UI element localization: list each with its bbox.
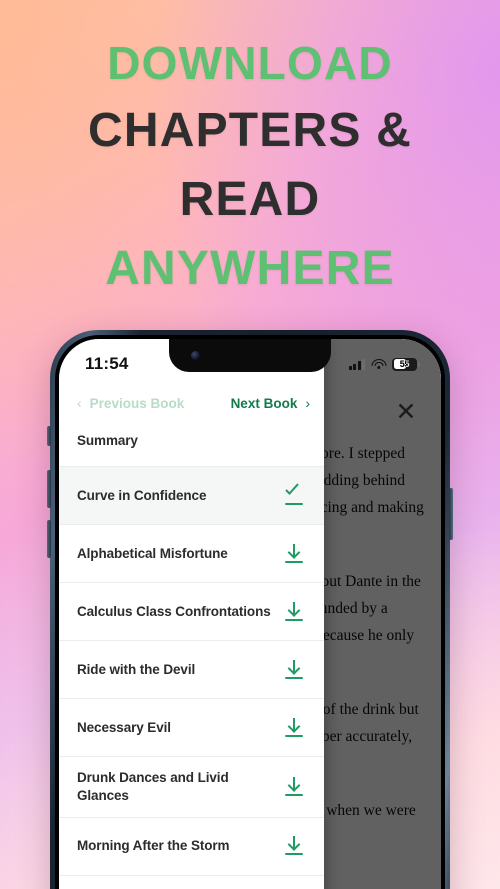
list-item[interactable]: Necessary Evil: [59, 699, 324, 757]
chapter-title: Alphabetical Misfortune: [77, 545, 228, 561]
list-item[interactable]: Summary: [59, 421, 324, 467]
chapter-title: Curve in Confidence: [77, 487, 207, 503]
phone-notch: [169, 339, 331, 372]
chapter-title: Morning After the Storm: [77, 838, 230, 854]
chevron-left-icon[interactable]: ‹: [77, 395, 82, 411]
front-camera-icon: [191, 351, 200, 360]
headline-line-2: CHAPTERS &: [87, 103, 413, 157]
download-icon[interactable]: [284, 835, 304, 857]
promo-headline: DOWNLOAD CHAPTERS & READ ANYWHERE: [0, 40, 500, 294]
download-icon[interactable]: [284, 776, 304, 798]
volume-down-button[interactable]: [47, 520, 51, 558]
next-book-button[interactable]: Next Book: [231, 396, 298, 411]
power-button[interactable]: [449, 488, 453, 540]
phone-mockup: The music was thunderous. The party was …: [47, 330, 453, 889]
list-item[interactable]: Curve in Confidence: [59, 467, 324, 525]
headline-line-3: READ: [179, 172, 321, 226]
chapter-title: Necessary Evil: [77, 719, 171, 735]
downloaded-check-icon[interactable]: [284, 485, 304, 507]
download-icon[interactable]: [284, 717, 304, 739]
list-item[interactable]: Drunk Dances and Livid Glances: [59, 757, 324, 818]
headline-line-1: DOWNLOAD: [107, 37, 393, 89]
close-icon[interactable]: ✕: [393, 399, 419, 425]
phone-bezel: The music was thunderous. The party was …: [55, 335, 445, 889]
book-navigation: ‹ Previous Book Next Book ›: [59, 383, 324, 421]
chevron-right-icon[interactable]: ›: [305, 395, 310, 411]
mute-switch[interactable]: [47, 426, 51, 446]
phone-screen: The music was thunderous. The party was …: [59, 339, 441, 889]
list-item[interactable]: Morning After the Storm: [59, 818, 324, 876]
list-item[interactable]: Calculus Class Confrontations: [59, 583, 324, 641]
download-icon[interactable]: [284, 601, 304, 623]
headline-line-4: ANYWHERE: [105, 241, 395, 295]
previous-book-button[interactable]: Previous Book: [90, 396, 185, 411]
chapter-title: Calculus Class Confrontations: [77, 603, 271, 619]
volume-up-button[interactable]: [47, 470, 51, 508]
download-icon[interactable]: [284, 543, 304, 565]
download-icon[interactable]: [284, 659, 304, 681]
chapter-title: Ride with the Devil: [77, 661, 196, 677]
chapter-title: Summary: [77, 432, 138, 448]
list-item[interactable]: Taunting Game: [59, 876, 324, 889]
list-item[interactable]: Ride with the Devil: [59, 641, 324, 699]
chapter-list[interactable]: Summary Curve in Confidence Alphabetical…: [59, 421, 324, 889]
chapters-drawer: ‹ Previous Book Next Book › Summary Curv…: [59, 339, 324, 889]
chapter-title: Drunk Dances and Livid Glances: [77, 770, 229, 803]
list-item[interactable]: Alphabetical Misfortune: [59, 525, 324, 583]
